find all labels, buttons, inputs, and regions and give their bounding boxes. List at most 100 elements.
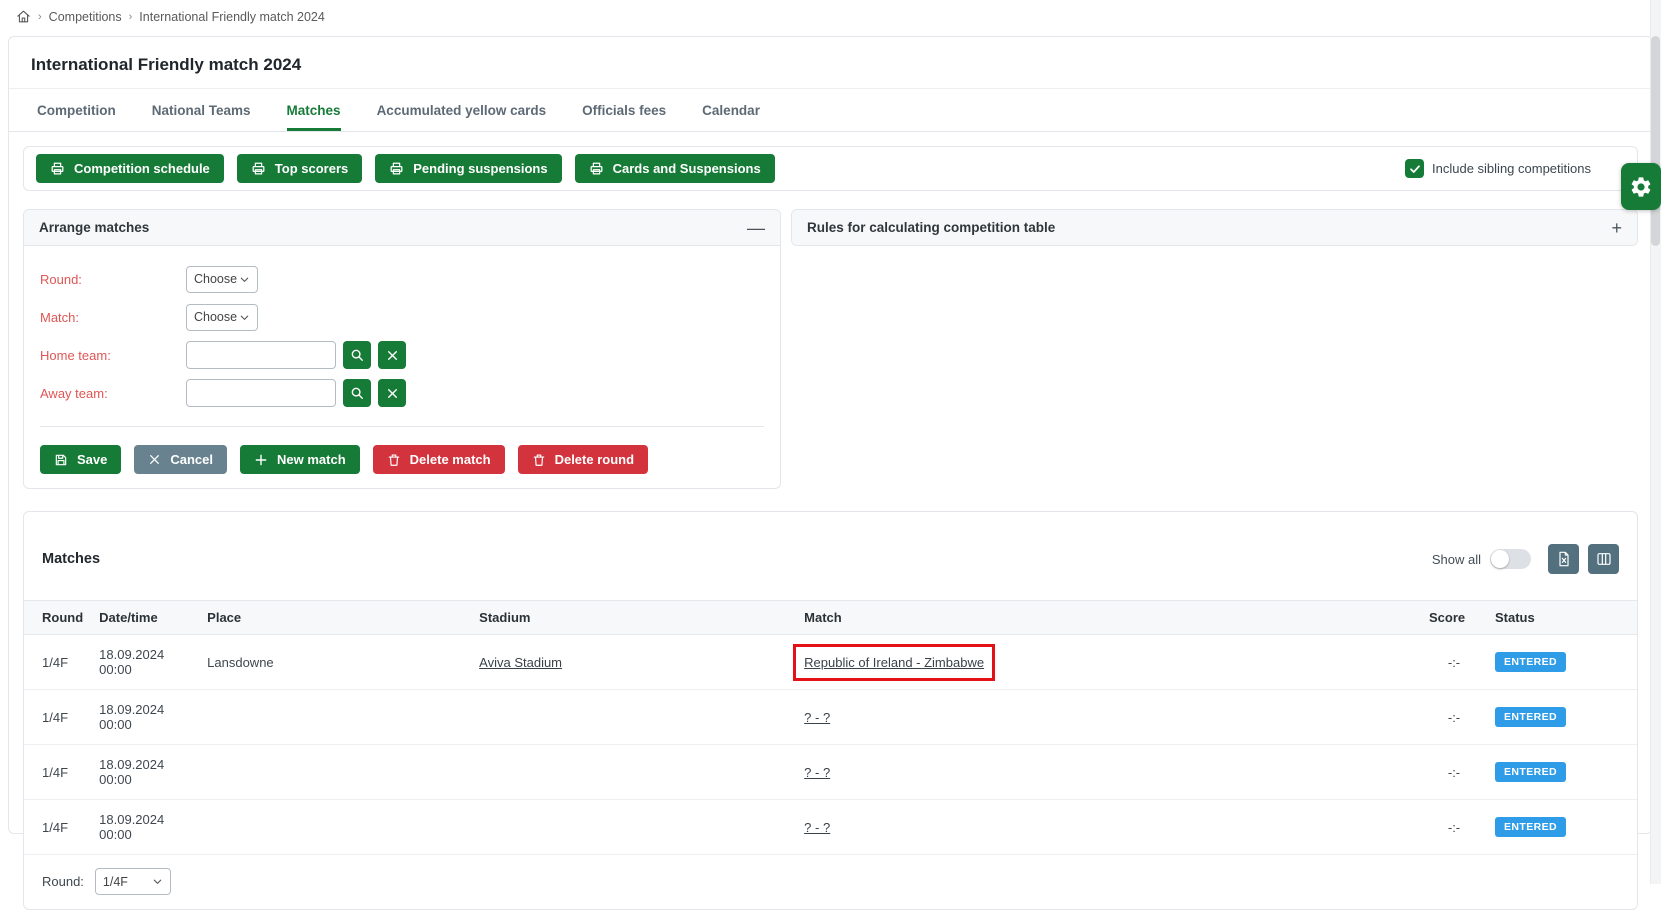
tab[interactable]: Officials fees (582, 89, 666, 131)
scrollbar-thumb[interactable] (1651, 36, 1660, 246)
cell-match: ? - ? (796, 690, 1421, 745)
expand-icon[interactable]: + (1611, 221, 1622, 235)
include-sibling-label: Include sibling competitions (1432, 161, 1591, 176)
main-container: International Friendly match 2024 Compet… (8, 36, 1653, 834)
cell-place: Lansdowne (199, 635, 471, 690)
cell-place (199, 800, 471, 855)
scrollbar-track[interactable] (1650, 0, 1661, 884)
away-team-clear-button[interactable] (378, 379, 406, 407)
cell-status: ENTERED (1487, 690, 1637, 745)
collapse-icon[interactable]: — (747, 221, 765, 235)
breadcrumb-competitions[interactable]: Competitions (49, 10, 122, 24)
cell-stadium (471, 690, 796, 745)
table-row: 1/4F 18.09.2024 00:00 ? - ? -:- ENTERED (24, 800, 1637, 855)
cancel-label: Cancel (170, 452, 213, 467)
home-icon[interactable] (16, 9, 31, 24)
file-export-icon (1556, 551, 1572, 567)
breadcrumb-separator: › (38, 11, 42, 23)
printer-icon (389, 161, 404, 176)
arrange-matches-panel: Arrange matches — Round: Choose Match: (23, 209, 781, 489)
match-link[interactable]: ? - ? (804, 820, 830, 835)
cell-score: -:- (1421, 635, 1487, 690)
away-team-input[interactable] (186, 379, 336, 407)
cell-score: -:- (1421, 800, 1487, 855)
stadium-link[interactable]: Aviva Stadium (479, 655, 562, 670)
trash-icon (532, 453, 546, 467)
col-status: Status (1487, 601, 1637, 635)
table-row: 1/4F 18.09.2024 00:00 ? - ? -:- ENTERED (24, 745, 1637, 800)
print-toolbar: Competition schedule Top scorers (23, 146, 1638, 191)
cell-datetime: 18.09.2024 00:00 (91, 745, 199, 800)
match-link[interactable]: ? - ? (804, 710, 830, 725)
round-select[interactable]: Choose (186, 266, 258, 293)
cell-round: 1/4F (24, 800, 91, 855)
cell-match: ? - ? (796, 800, 1421, 855)
away-team-field-row: Away team: (40, 378, 764, 408)
home-team-search-button[interactable] (343, 341, 371, 369)
include-sibling-checkbox[interactable] (1405, 159, 1424, 178)
tab-bar: Competition National Teams Matches Accumula… (9, 89, 1652, 132)
print-report-button[interactable]: Pending suspensions (375, 154, 561, 183)
footer-round-label: Round: (42, 874, 84, 889)
home-team-input[interactable] (186, 341, 336, 369)
cell-status: ENTERED (1487, 745, 1637, 800)
cell-status: ENTERED (1487, 635, 1637, 690)
status-badge: ENTERED (1495, 652, 1566, 672)
tab[interactable]: Matches (287, 89, 341, 131)
matches-table: Round Date/time Place Stadium Match Scor… (24, 600, 1637, 855)
delete-round-button[interactable]: Delete round (518, 445, 648, 474)
away-team-label: Away team: (40, 386, 186, 401)
cell-stadium (471, 745, 796, 800)
tab[interactable]: Accumulated yellow cards (377, 89, 547, 131)
match-link[interactable]: Republic of Ireland - Zimbabwe (804, 655, 984, 670)
chevron-down-icon (239, 312, 250, 323)
delete-match-button[interactable]: Delete match (373, 445, 505, 474)
round-select-value: Choose (194, 272, 237, 286)
tab[interactable]: Competition (37, 89, 116, 131)
new-match-label: New match (277, 452, 346, 467)
status-badge: ENTERED (1495, 817, 1566, 837)
footer-round-select[interactable]: 1/4F (95, 868, 171, 895)
tab[interactable]: Calendar (702, 89, 760, 131)
print-button-label: Top scorers (275, 161, 348, 176)
delete-round-label: Delete round (555, 452, 634, 467)
cell-stadium (471, 800, 796, 855)
printer-icon (251, 161, 266, 176)
match-select[interactable]: Choose (186, 304, 258, 331)
toggle-knob (1491, 550, 1509, 568)
breadcrumb: › Competitions › International Friendly … (0, 0, 1661, 33)
print-report-button[interactable]: Top scorers (237, 154, 362, 183)
match-link[interactable]: ? - ? (804, 765, 830, 780)
arrange-matches-title: Arrange matches (39, 220, 149, 235)
show-all-toggle[interactable] (1490, 549, 1531, 569)
new-match-button[interactable]: New match (240, 445, 360, 474)
tab[interactable]: National Teams (152, 89, 251, 131)
matches-title: Matches (42, 551, 100, 567)
save-button[interactable]: Save (40, 445, 121, 474)
round-label: Round: (40, 272, 186, 287)
cell-score: -:- (1421, 690, 1487, 745)
cancel-button[interactable]: Cancel (134, 445, 227, 474)
away-team-search-button[interactable] (343, 379, 371, 407)
show-all-label: Show all (1432, 552, 1481, 567)
delete-match-label: Delete match (410, 452, 491, 467)
matches-tools: Show all (1432, 544, 1619, 574)
search-icon (350, 386, 364, 400)
home-team-field-row: Home team: (40, 340, 764, 370)
col-datetime: Date/time (91, 601, 199, 635)
columns-button[interactable] (1588, 544, 1619, 574)
cell-datetime: 18.09.2024 00:00 (91, 690, 199, 745)
col-place: Place (199, 601, 471, 635)
settings-button[interactable] (1621, 163, 1661, 210)
print-report-button[interactable]: Competition schedule (36, 154, 224, 183)
export-file-button[interactable] (1548, 544, 1579, 574)
table-row: 1/4F 18.09.2024 00:00 Lansdowne Aviva St… (24, 635, 1637, 690)
home-team-clear-button[interactable] (378, 341, 406, 369)
rules-panel: Rules for calculating competition table … (791, 209, 1638, 246)
arrange-matches-header: Arrange matches — (24, 210, 780, 246)
col-stadium: Stadium (471, 601, 796, 635)
save-label: Save (77, 452, 107, 467)
cell-match: Republic of Ireland - Zimbabwe (796, 635, 1421, 690)
print-report-button[interactable]: Cards and Suspensions (575, 154, 775, 183)
match-field-row: Match: Choose (40, 302, 764, 332)
